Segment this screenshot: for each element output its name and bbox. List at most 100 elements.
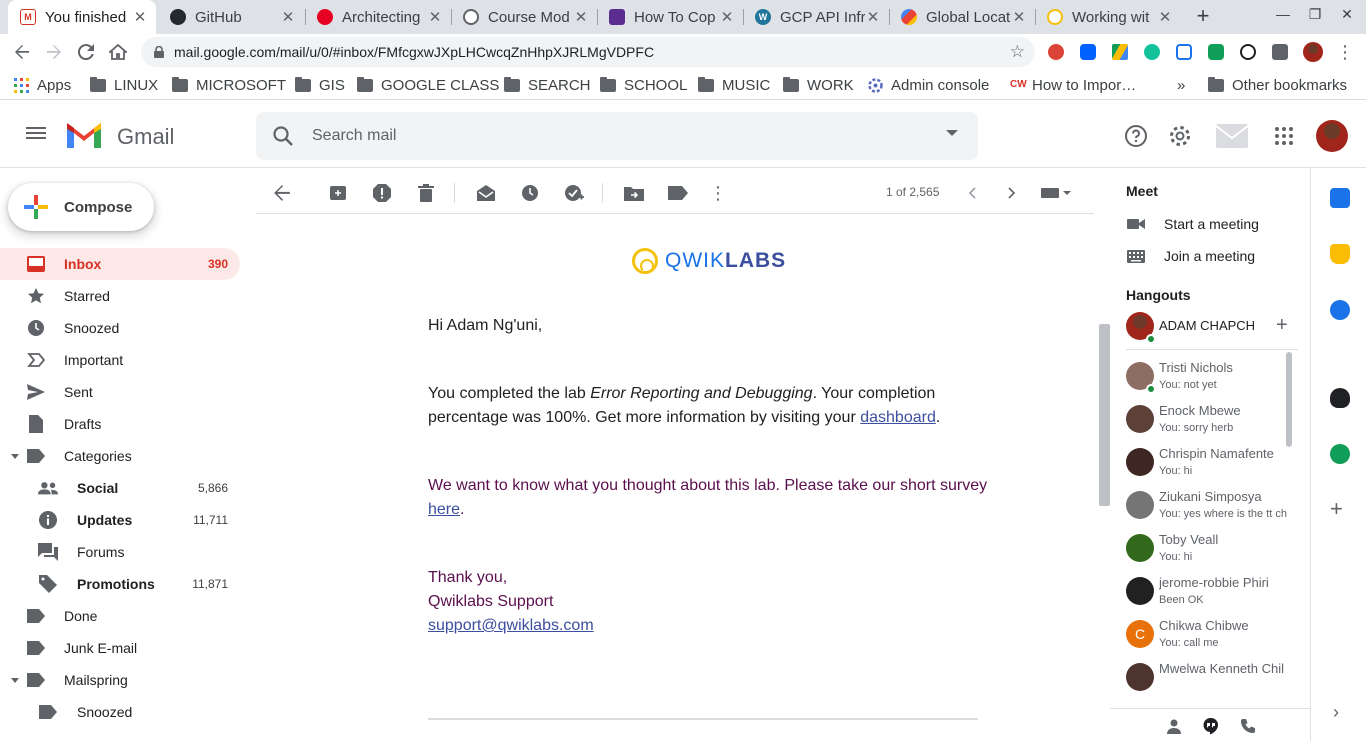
addon-green-icon[interactable] xyxy=(1330,444,1350,464)
close-tab-icon[interactable]: ✕ xyxy=(1011,8,1027,26)
minimize-icon[interactable]: — xyxy=(1268,6,1298,28)
conversation-item[interactable]: Mwelwa Kenneth Chil xyxy=(1126,657,1298,697)
window-close-icon[interactable]: ✕ xyxy=(1332,6,1362,28)
tampermonkey-extension-icon[interactable] xyxy=(1240,44,1256,60)
message-scrollbar[interactable] xyxy=(1099,324,1110,506)
nav-item-mailspring[interactable]: Mailspring xyxy=(0,664,240,696)
tasks-icon[interactable] xyxy=(1330,300,1350,320)
nav-item-done[interactable]: Done xyxy=(0,600,240,632)
mark-unread-button[interactable] xyxy=(474,181,498,205)
app-launcher-mail-icon[interactable] xyxy=(1214,120,1250,152)
compose-button[interactable]: Compose xyxy=(8,183,154,231)
bookmark-folder-microsoft[interactable]: MICROSOFT xyxy=(172,76,286,94)
chrome-menu-icon[interactable]: ⋮ xyxy=(1332,39,1358,65)
bookmark-how-to-import[interactable]: CW How to Impor… xyxy=(1010,76,1136,94)
back-button[interactable] xyxy=(9,39,35,65)
main-menu-icon[interactable] xyxy=(24,124,48,144)
join-meeting-button[interactable]: Join a meeting xyxy=(1126,244,1255,268)
keep-icon[interactable] xyxy=(1330,244,1350,264)
close-tab-icon[interactable]: ✕ xyxy=(280,8,296,26)
conversation-item[interactable]: Toby Veall You: hi xyxy=(1126,528,1298,568)
nav-item-categories[interactable]: Categories xyxy=(0,440,240,472)
grammarly-extension-icon[interactable] xyxy=(1144,44,1160,60)
close-tab-icon[interactable]: ✕ xyxy=(719,8,735,26)
delete-button[interactable] xyxy=(414,181,438,205)
forward-button[interactable] xyxy=(41,39,67,65)
close-tab-icon[interactable]: ✕ xyxy=(427,8,443,26)
nav-item-snoozed[interactable]: Snoozed xyxy=(0,312,240,344)
nav-item-social[interactable]: Social 5,866 xyxy=(0,472,240,504)
tab-working-with[interactable]: Working wit ✕ xyxy=(1035,0,1181,34)
input-tools-button[interactable] xyxy=(1038,181,1074,205)
conversation-item[interactable]: Ziukani Simposya You: yes where is the tt… xyxy=(1126,485,1298,525)
expand-caret-icon[interactable] xyxy=(11,677,19,683)
labels-button[interactable] xyxy=(666,181,690,205)
bookmark-folder-linux[interactable]: LINUX xyxy=(90,76,158,94)
google-apps-icon[interactable] xyxy=(1272,124,1296,148)
bookmark-admin-console[interactable]: Admin console xyxy=(868,76,989,94)
move-to-button[interactable] xyxy=(622,181,646,205)
nav-item-inbox[interactable]: Inbox 390 xyxy=(0,248,240,280)
nav-item-promotions[interactable]: Promotions 11,871 xyxy=(0,568,240,600)
gmail-logo-icon[interactable] xyxy=(64,120,104,150)
older-button[interactable] xyxy=(1000,181,1024,205)
nav-item-important[interactable]: Important xyxy=(0,344,240,376)
extension-mega-icon[interactable] xyxy=(1048,44,1064,60)
calendar-icon[interactable] xyxy=(1330,188,1350,208)
expand-panel-icon[interactable]: › xyxy=(1333,702,1339,723)
get-addons-icon[interactable]: + xyxy=(1330,496,1343,522)
reload-button[interactable] xyxy=(73,39,99,65)
add-to-tasks-button[interactable] xyxy=(562,181,586,205)
more-options-icon[interactable]: ⋮ xyxy=(706,181,730,205)
archive-button[interactable] xyxy=(326,181,350,205)
nav-item-sent[interactable]: Sent xyxy=(0,376,240,408)
survey-link[interactable]: here xyxy=(428,501,460,518)
close-tab-icon[interactable]: ✕ xyxy=(1157,8,1173,26)
conversation-item[interactable]: Tristi Nichols You: not yet xyxy=(1126,356,1298,396)
other-bookmarks[interactable]: Other bookmarks xyxy=(1208,76,1347,94)
tab-global-locat[interactable]: Global Locat ✕ xyxy=(889,0,1035,34)
bookmarks-overflow-button[interactable]: » xyxy=(1177,76,1185,94)
start-meeting-button[interactable]: Start a meeting xyxy=(1126,212,1259,236)
home-button[interactable] xyxy=(105,39,131,65)
bookmark-folder-gis[interactable]: GIS xyxy=(295,76,345,94)
search-input[interactable] xyxy=(312,124,912,148)
help-icon[interactable] xyxy=(1124,124,1148,148)
close-tab-icon[interactable]: ✕ xyxy=(132,8,148,26)
settings-gear-icon[interactable] xyxy=(1168,124,1192,148)
expand-caret-icon[interactable] xyxy=(11,453,19,459)
hangouts-chat-icon[interactable] xyxy=(1202,717,1220,735)
bookmark-apps[interactable]: Apps xyxy=(14,76,71,94)
conversation-item[interactable]: Enock Mbewe You: sorry herb xyxy=(1126,399,1298,439)
drive-extension-icon[interactable] xyxy=(1112,44,1128,60)
sheets-extension-icon[interactable] xyxy=(1208,44,1224,60)
nav-item-drafts[interactable]: Drafts xyxy=(0,408,240,440)
restore-icon[interactable]: ❐ xyxy=(1300,6,1330,28)
close-tab-icon[interactable]: ✕ xyxy=(573,8,589,26)
bookmark-folder-music[interactable]: MUSIC xyxy=(698,76,770,94)
support-email-link[interactable]: support@qwiklabs.com xyxy=(428,617,594,634)
search-options-icon[interactable] xyxy=(946,130,958,136)
dropbox-extension-icon[interactable] xyxy=(1080,44,1096,60)
phone-icon[interactable] xyxy=(1240,718,1256,734)
nav-item-starred[interactable]: Starred xyxy=(0,280,240,312)
close-tab-icon[interactable]: ✕ xyxy=(865,8,881,26)
new-tab-button[interactable]: + xyxy=(1192,5,1214,27)
tab-gcp-api[interactable]: W GCP API Infr ✕ xyxy=(743,0,889,34)
bookmark-folder-school[interactable]: SCHOOL xyxy=(600,76,687,94)
hangouts-self[interactable]: ADAM CHAPCH + xyxy=(1126,306,1298,350)
bookmark-folder-google-class[interactable]: GOOGLE CLASS xyxy=(357,76,499,94)
nav-item-snoozed[interactable]: Snoozed xyxy=(0,696,240,728)
new-conversation-icon[interactable]: + xyxy=(1276,314,1288,337)
nav-item-forums[interactable]: Forums xyxy=(0,536,240,568)
nav-item-updates[interactable]: Updates 11,711 xyxy=(0,504,240,536)
addon-squirrel-icon[interactable] xyxy=(1330,388,1350,408)
profile-avatar[interactable] xyxy=(1303,42,1323,62)
address-bar[interactable]: mail.google.com/mail/u/0/#inbox/FMfcgxwJ… xyxy=(141,37,1035,67)
bookmark-star-icon[interactable]: ☆ xyxy=(1010,42,1025,62)
back-to-inbox-button[interactable] xyxy=(270,181,294,205)
newer-button[interactable] xyxy=(960,181,984,205)
nav-item-junk-e-mail[interactable]: Junk E-mail xyxy=(0,632,240,664)
person-icon[interactable] xyxy=(1166,718,1182,734)
search-icon[interactable] xyxy=(272,125,294,147)
